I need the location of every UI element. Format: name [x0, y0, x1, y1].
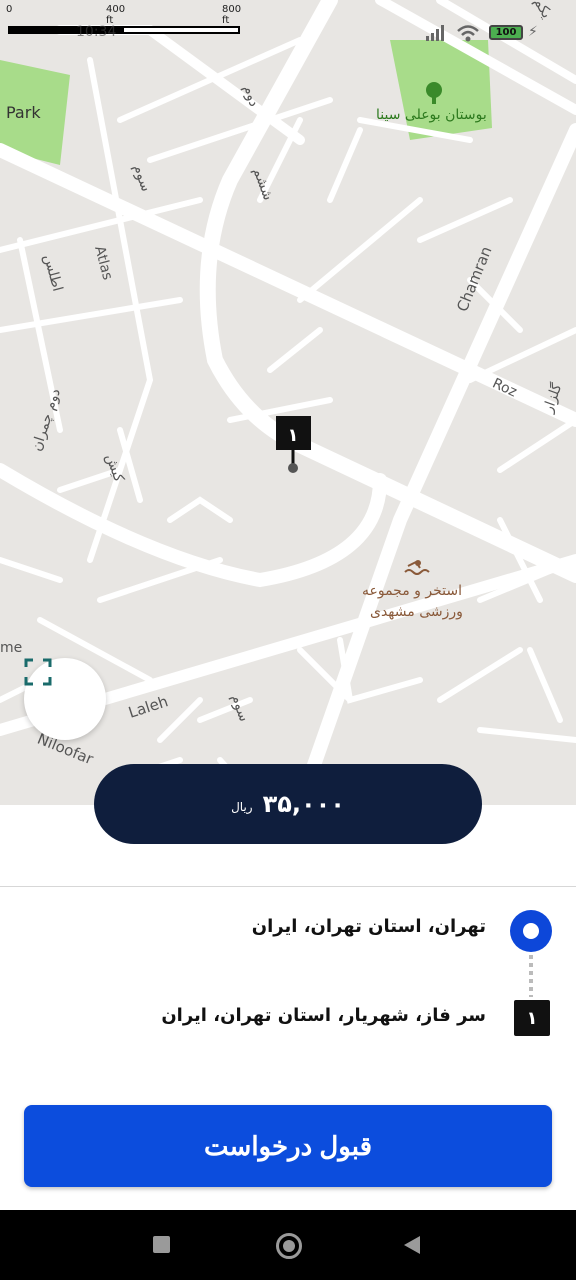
recents-icon[interactable] [153, 1236, 170, 1253]
map-label-park: Park [6, 103, 41, 122]
scale-label-800: 800 ft [222, 4, 242, 26]
origin-address: تهران، استان تهران، ایران [251, 916, 486, 937]
scale-label-400: 400 ft [106, 4, 126, 26]
status-time: 10:34 [76, 24, 117, 40]
charging-icon: ⚡ [528, 24, 538, 40]
scale-label-0: 0 [6, 4, 13, 15]
destination-pin-label: ۱ [288, 425, 299, 446]
back-icon[interactable] [404, 1236, 420, 1254]
origin-marker-icon [510, 910, 552, 952]
battery-level: 100 [495, 27, 517, 38]
map-label-pool-line2: ورزشی مشهدی [370, 604, 463, 620]
ride-request-sheet: تهران، استان تهران، ایران ۱ سر فاز، شهری… [0, 805, 576, 1210]
destination-pin[interactable]: ۱ [276, 416, 311, 473]
expand-icon [24, 658, 52, 686]
destination-number: ۱ [526, 1007, 538, 1029]
home-icon[interactable] [276, 1233, 302, 1259]
wifi-icon [457, 25, 479, 42]
map-view[interactable]: ۱ Park بوستان بوعلی سینا Chamran Roz گلز… [0, 0, 576, 805]
sheet-divider [0, 886, 576, 887]
price-unit: ریال [231, 800, 253, 814]
scale-bar [8, 26, 240, 34]
swimming-icon [404, 560, 430, 575]
destination-marker-icon: ۱ [514, 1000, 550, 1036]
destination-address: سر فاز، شهریار، استان تهران، ایران [161, 1005, 486, 1026]
battery-icon: 100 [489, 25, 523, 40]
status-bar: 0 400 ft 800 ft 10:34 100 ⚡ [0, 0, 576, 48]
map-label-home-partial: me [0, 640, 23, 656]
price-badge: ریال ۳۵,۰۰۰ [94, 764, 482, 844]
map-label-bou-ali-park: بوستان بوعلی سینا [376, 107, 487, 123]
fit-view-button[interactable] [24, 658, 106, 740]
system-nav-bar [0, 1210, 576, 1280]
route-connector [529, 955, 533, 997]
price-value: ۳۵,۰۰۰ [262, 790, 345, 818]
map-label-pool-line1: استخر و مجموعه [362, 583, 462, 599]
accept-request-button[interactable]: قبول درخواست [24, 1105, 552, 1187]
signal-icon [426, 25, 444, 41]
map-scale: 0 400 ft 800 ft [6, 4, 241, 26]
